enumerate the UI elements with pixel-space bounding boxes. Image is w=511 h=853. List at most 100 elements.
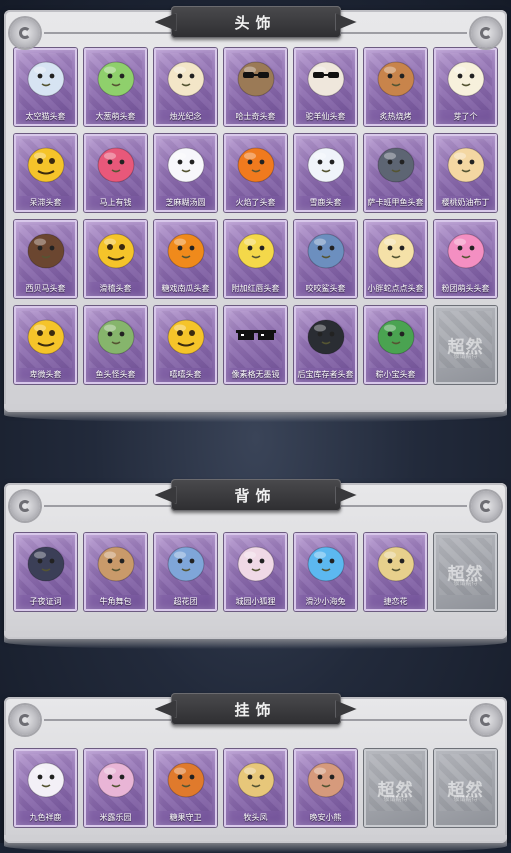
item-slot[interactable]: 雪鹿头套 <box>294 134 357 212</box>
item-slot[interactable]: 马上有钱 <box>84 134 147 212</box>
item-label: 九色祥鹿 <box>29 813 62 822</box>
item-label: 小胖蛇点点头套 <box>367 284 424 293</box>
blob-cat-head-icon <box>24 56 68 100</box>
smirk-emoji-head-icon <box>94 228 138 272</box>
dark-wings-back-icon <box>24 541 68 585</box>
item-slot[interactable]: 火焰了头套 <box>224 134 287 212</box>
divider <box>337 505 467 507</box>
item-label: 火焰了头套 <box>235 198 276 207</box>
item-slot[interactable]: 西贝马头套 <box>14 220 77 298</box>
pixel-sunglasses-icon <box>234 314 278 358</box>
item-slot[interactable]: 萨卡班甲鱼头套 <box>364 134 427 212</box>
item-label: 超花团 <box>173 597 198 606</box>
item-slot[interactable]: 滑沙小海兔 <box>294 533 357 611</box>
item-slot[interactable]: 芝麻糊汤圆 <box>154 134 217 212</box>
item-grid: 子夜证词 牛角舞包 超花团 城园小狐狸 滑沙小海兔 捷恋花 超然 敬请期待 <box>14 533 497 611</box>
grin-emoji-head-icon <box>164 314 208 358</box>
item-label: 驼羊仙头套 <box>305 112 346 121</box>
item-label: 像素格无墨镜 <box>231 370 280 379</box>
green-onion-head-icon <box>94 56 138 100</box>
item-label: 粉团萌头头套 <box>441 284 490 293</box>
item-label: 樱桃奶油布丁 <box>441 198 490 207</box>
ornament-icon <box>10 705 40 735</box>
item-slot[interactable]: 呆滞头套 <box>14 134 77 212</box>
item-slot[interactable]: 牛角舞包 <box>84 533 147 611</box>
item-slot[interactable]: 像素格无墨镜 <box>224 306 287 384</box>
pumpkin-guard-pendant-icon <box>164 757 208 801</box>
item-slot[interactable]: 芽了个 <box>434 48 497 126</box>
item-label: 后宝库存者头套 <box>297 370 354 379</box>
item-label: 米露乐园 <box>99 813 132 822</box>
item-slot[interactable]: 九色祥鹿 <box>14 749 77 827</box>
item-slot[interactable]: 子夜证词 <box>14 533 77 611</box>
item-slot[interactable]: 烛光纪念 <box>154 48 217 126</box>
item-label: 糖戏南瓜头套 <box>161 284 210 293</box>
item-slot[interactable]: 糖果守卫 <box>154 749 217 827</box>
item-slot[interactable]: 炙热烧烤 <box>364 48 427 126</box>
item-slot[interactable]: 牧头凤 <box>224 749 287 827</box>
item-slot[interactable]: 嘻嘻头套 <box>154 306 217 384</box>
item-slot[interactable]: 樱桃奶油布丁 <box>434 134 497 212</box>
item-slot[interactable]: 鱼头怪头套 <box>84 306 147 384</box>
item-slot[interactable]: 咬咬鲨头套 <box>294 220 357 298</box>
item-slot[interactable]: 小胖蛇点点头套 <box>364 220 427 298</box>
back-accessory-panel: 背饰 子夜证词 牛角舞包 超花团 城园小狐狸 滑沙小海兔 捷恋花 超然 敬请期待 <box>4 479 507 649</box>
item-label: 萨卡班甲鱼头套 <box>367 198 424 207</box>
bear-sunglasses-head-icon <box>304 56 348 100</box>
item-slot[interactable]: 后宝库存者头套 <box>294 306 357 384</box>
item-slot[interactable]: 超花团 <box>154 533 217 611</box>
shark-head-icon <box>304 228 348 272</box>
divider <box>337 32 467 34</box>
ornate-wreath-back-icon <box>374 541 418 585</box>
item-label: 马上有钱 <box>99 198 132 207</box>
item-label: 咬咬鲨头套 <box>305 284 346 293</box>
pudding-head-icon <box>444 142 488 186</box>
item-label: 鱼头怪头套 <box>95 370 136 379</box>
item-slot[interactable]: 滑稽头套 <box>84 220 147 298</box>
empty-slot[interactable]: 超然 敬请期待 <box>364 749 427 827</box>
treasure-backpack-icon <box>94 541 138 585</box>
item-slot[interactable]: 卑微头套 <box>14 306 77 384</box>
ornament-icon <box>10 18 40 48</box>
item-label: 雪鹿头套 <box>309 198 342 207</box>
item-label: 粽小宝头套 <box>375 370 416 379</box>
item-label: 城园小狐狸 <box>235 597 276 606</box>
item-slot[interactable]: 太空猫头套 <box>14 48 77 126</box>
item-slot[interactable]: 糖戏南瓜头套 <box>154 220 217 298</box>
ornament-icon <box>471 705 501 735</box>
item-slot[interactable]: 晚安小熊 <box>294 749 357 827</box>
item-slot[interactable]: 城园小狐狸 <box>224 533 287 611</box>
item-slot[interactable]: 粽小宝头套 <box>364 306 427 384</box>
deer-pendant-icon <box>24 757 68 801</box>
flame-head-icon <box>234 142 278 186</box>
item-slot[interactable]: 米露乐园 <box>84 749 147 827</box>
pink-bear-head-icon <box>444 228 488 272</box>
item-label: 烛光纪念 <box>169 112 202 121</box>
empty-slot[interactable]: 超然 敬请期待 <box>434 749 497 827</box>
item-slot[interactable]: 驼羊仙头套 <box>294 48 357 126</box>
bunny-girl-pendant-icon <box>94 757 138 801</box>
item-slot[interactable]: 捷恋花 <box>364 533 427 611</box>
divider <box>44 32 174 34</box>
fish-head-icon <box>374 142 418 186</box>
section-title: 背饰 <box>170 479 341 511</box>
item-label: 子夜证词 <box>29 597 62 606</box>
empty-slot[interactable]: 超然 敬请期待 <box>434 306 497 384</box>
divider <box>44 505 174 507</box>
item-slot[interactable]: 附加红唇头套 <box>224 220 287 298</box>
divider <box>337 719 467 721</box>
item-slot[interactable]: 大葱萌头套 <box>84 48 147 126</box>
husky-sunglasses-head-icon <box>234 56 278 100</box>
empty-slot[interactable]: 超然 敬请期待 <box>434 533 497 611</box>
item-label: 太空猫头套 <box>25 112 66 121</box>
item-label: 捷恋花 <box>383 597 408 606</box>
item-label: 牧头凤 <box>243 813 268 822</box>
glasses-bun-head-icon <box>374 228 418 272</box>
rice-ball-head-icon <box>164 142 208 186</box>
item-slot[interactable]: 粉团萌头头套 <box>434 220 497 298</box>
item-slot[interactable]: 哈士奇头套 <box>224 48 287 126</box>
coming-soon-sub: 敬请期待 <box>383 795 408 803</box>
pumpkin-head-icon <box>164 228 208 272</box>
divider <box>44 719 174 721</box>
item-label: 炙热烧烤 <box>379 112 412 121</box>
